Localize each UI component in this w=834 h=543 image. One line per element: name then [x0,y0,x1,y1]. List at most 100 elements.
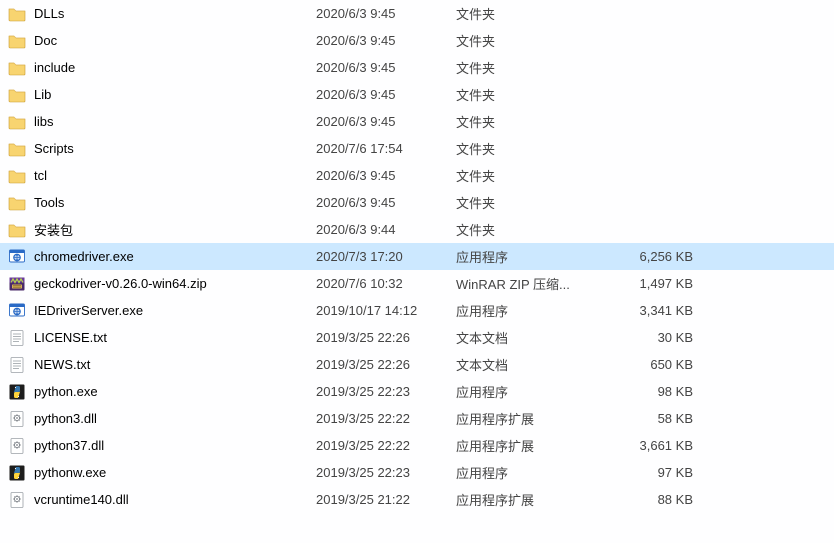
file-date: 2020/6/3 9:45 [316,168,456,183]
file-name: LICENSE.txt [34,330,107,345]
file-type: 文件夹 [456,166,611,185]
file-row[interactable]: libs 2020/6/3 9:45文件夹 [0,108,834,135]
dll-icon [8,491,26,509]
file-row[interactable]: vcruntime140.dll2019/3/25 21:22应用程序扩展88 … [0,486,834,513]
file-date: 2019/3/25 21:22 [316,492,456,507]
file-row[interactable]: Doc2020/6/3 9:45文件夹 [0,27,834,54]
file-type: 应用程序扩展 [456,409,611,428]
python-icon [8,383,26,401]
file-type: 文件夹 [456,31,611,50]
python-icon [8,464,26,482]
file-date: 2019/10/17 14:12 [316,303,456,318]
file-name: libs [34,114,54,129]
file-row[interactable]: include 2020/6/3 9:45文件夹 [0,54,834,81]
file-row[interactable]: LICENSE.txt 2019/3/25 22:26文本文档30 KB [0,324,834,351]
file-type: 文件夹 [456,220,611,239]
file-type: 应用程序 [456,247,611,266]
file-type: 文件夹 [456,112,611,131]
file-size: 650 KB [611,357,701,372]
file-size: 58 KB [611,411,701,426]
file-name: Scripts [34,141,74,156]
file-size: 98 KB [611,384,701,399]
folder-icon [8,221,26,239]
folder-icon [8,167,26,185]
file-list: DLLs2020/6/3 9:45文件夹Doc2020/6/3 9:45文件夹i… [0,0,834,513]
file-date: 2019/3/25 22:23 [316,465,456,480]
dll-icon [8,437,26,455]
file-row[interactable]: pythonw.exe 2019/3/25 22:23应用程序97 KB [0,459,834,486]
file-row[interactable]: Scripts 2020/7/6 17:54文件夹 [0,135,834,162]
file-name: DLLs [34,6,64,21]
file-date: 2020/6/3 9:45 [316,87,456,102]
file-type: 文件夹 [456,4,611,23]
file-row[interactable]: python.exe 2019/3/25 22:23应用程序98 KB [0,378,834,405]
file-date: 2020/7/6 10:32 [316,276,456,291]
file-name: include [34,60,75,75]
file-size: 1,497 KB [611,276,701,291]
text-icon [8,329,26,347]
dll-icon [8,410,26,428]
file-date: 2020/6/3 9:45 [316,114,456,129]
file-row[interactable]: 安装包 2020/6/3 9:44文件夹 [0,216,834,243]
file-size: 97 KB [611,465,701,480]
file-type: 文件夹 [456,193,611,212]
file-type: 文本文档 [456,355,611,374]
file-type: 应用程序 [456,463,611,482]
file-name: IEDriverServer.exe [34,303,143,318]
file-row[interactable]: chromedriver.exe 2020/7/3 17:20应用程序6,256 … [0,243,834,270]
winrar-icon [8,275,26,293]
file-type: 文件夹 [456,85,611,104]
file-date: 2019/3/25 22:22 [316,438,456,453]
folder-icon [8,113,26,131]
file-name: pythonw.exe [34,465,106,480]
folder-icon [8,86,26,104]
file-date: 2020/7/6 17:54 [316,141,456,156]
file-type: 应用程序 [456,382,611,401]
folder-icon [8,59,26,77]
file-date: 2019/3/25 22:22 [316,411,456,426]
file-row[interactable]: Lib 2020/6/3 9:45文件夹 [0,81,834,108]
file-type: 文件夹 [456,58,611,77]
file-date: 2020/6/3 9:45 [316,33,456,48]
file-date: 2019/3/25 22:26 [316,330,456,345]
file-name: NEWS.txt [34,357,90,372]
file-name: Lib [34,87,51,102]
file-date: 2020/6/3 9:45 [316,6,456,21]
file-row[interactable]: python37.dll2019/3/25 22:22应用程序扩展3,661 K… [0,432,834,459]
file-date: 2020/6/3 9:45 [316,60,456,75]
file-date: 2019/3/25 22:26 [316,357,456,372]
file-name: python37.dll [34,438,104,453]
file-row[interactable]: IEDriverServer.exe2019/10/17 14:12应用程序3,… [0,297,834,324]
file-name: chromedriver.exe [34,249,134,264]
file-row[interactable]: Tools 2020/6/3 9:45文件夹 [0,189,834,216]
exe-ie-icon [8,302,26,320]
file-date: 2019/3/25 22:23 [316,384,456,399]
folder-icon [8,5,26,23]
file-name: geckodriver-v0.26.0-win64.zip [34,276,207,291]
file-row[interactable]: geckodriver-v0.26.0-win64.zip 2020/7/6 10… [0,270,834,297]
file-name: Tools [34,195,64,210]
file-name: python3.dll [34,411,97,426]
file-name: tcl [34,168,47,183]
file-name: vcruntime140.dll [34,492,129,507]
file-date: 2020/6/3 9:45 [316,195,456,210]
file-row[interactable]: NEWS.txt 2019/3/25 22:26文本文档650 KB [0,351,834,378]
file-type: 应用程序 [456,301,611,320]
folder-icon [8,32,26,50]
file-date: 2020/6/3 9:44 [316,222,456,237]
file-date: 2020/7/3 17:20 [316,249,456,264]
file-type: 应用程序扩展 [456,436,611,455]
folder-icon [8,194,26,212]
file-size: 88 KB [611,492,701,507]
file-type: 文本文档 [456,328,611,347]
file-size: 30 KB [611,330,701,345]
file-type: 文件夹 [456,139,611,158]
file-size: 6,256 KB [611,249,701,264]
file-name: 安装包 [34,220,73,239]
folder-icon [8,140,26,158]
file-row[interactable]: python3.dll 2019/3/25 22:22应用程序扩展58 KB [0,405,834,432]
file-row[interactable]: tcl 2020/6/3 9:45文件夹 [0,162,834,189]
file-row[interactable]: DLLs 2020/6/3 9:45文件夹 [0,0,834,27]
file-name: python.exe [34,384,98,399]
file-type: WinRAR ZIP 压缩... [456,274,611,293]
